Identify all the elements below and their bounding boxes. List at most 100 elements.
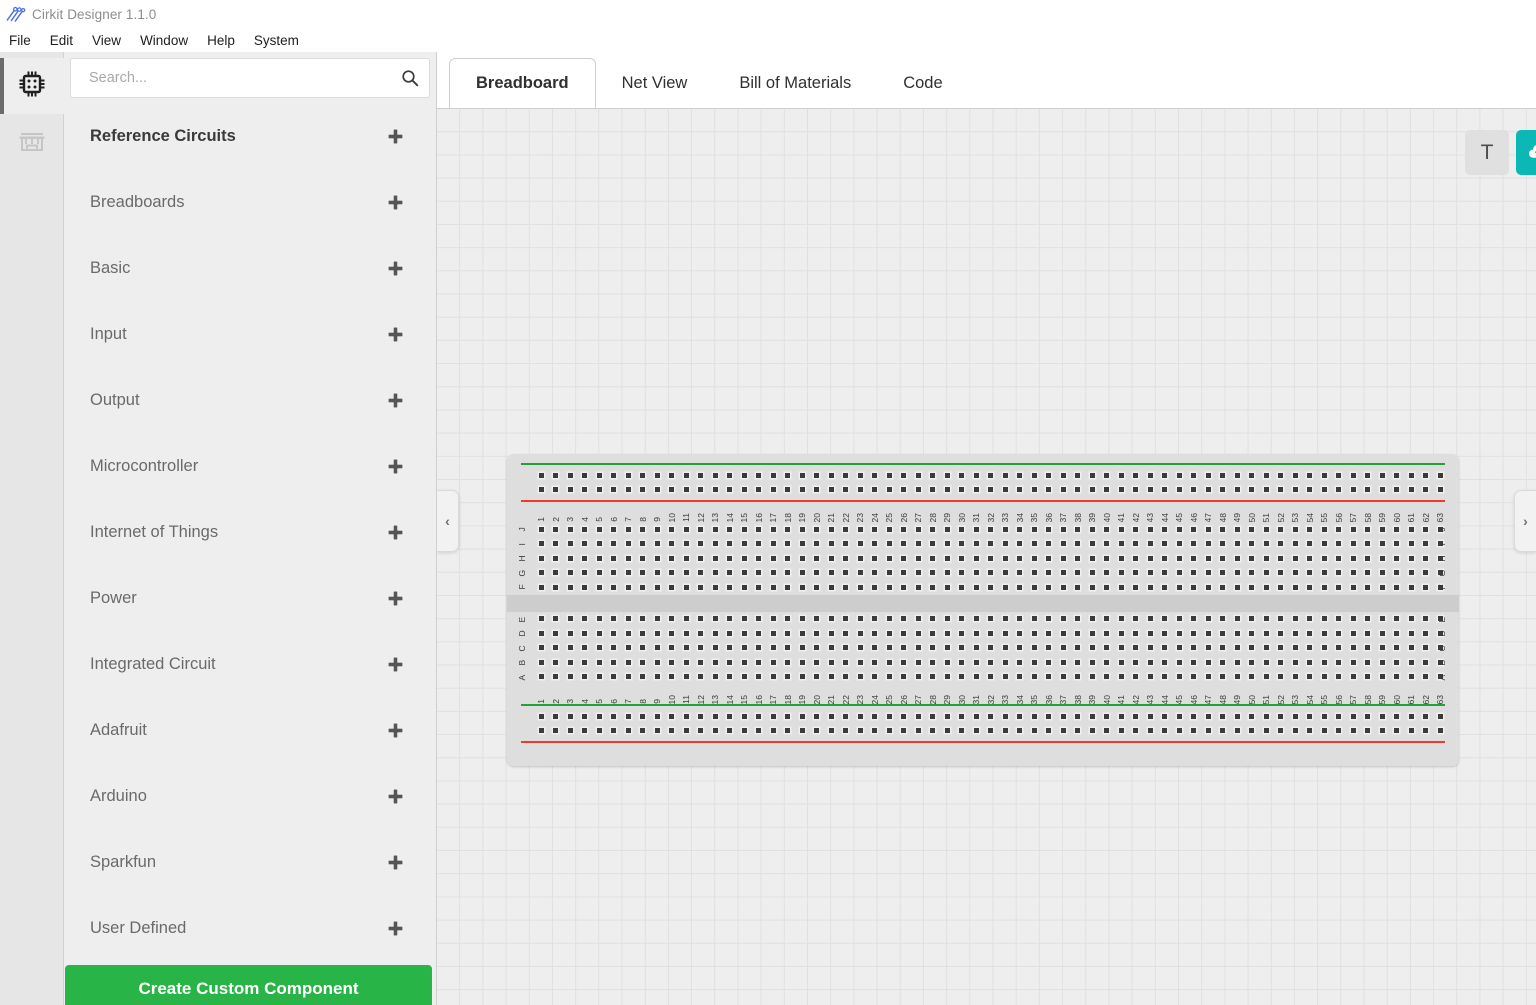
- breadboard-hole[interactable]: [1317, 670, 1332, 685]
- breadboard-hole[interactable]: [897, 612, 912, 627]
- breadboard-hole[interactable]: [607, 537, 622, 552]
- breadboard-hole[interactable]: [1332, 641, 1347, 656]
- breadboard-hole[interactable]: [1071, 580, 1086, 595]
- breadboard-hole[interactable]: [1404, 709, 1419, 724]
- breadboard-hole[interactable]: [679, 468, 694, 483]
- breadboard-hole[interactable]: [737, 483, 752, 498]
- breadboard-hole[interactable]: [1172, 580, 1187, 595]
- breadboard-hole[interactable]: [795, 724, 810, 739]
- breadboard-hole[interactable]: [1346, 709, 1361, 724]
- breadboard-hole[interactable]: [563, 670, 578, 685]
- breadboard-hole[interactable]: [650, 709, 665, 724]
- breadboard-hole[interactable]: [911, 724, 926, 739]
- breadboard-hole[interactable]: [1013, 483, 1028, 498]
- breadboard-hole[interactable]: [969, 537, 984, 552]
- breadboard-hole[interactable]: [766, 522, 781, 537]
- breadboard-hole[interactable]: [1056, 724, 1071, 739]
- breadboard-hole[interactable]: [1346, 566, 1361, 581]
- breadboard-hole[interactable]: [1346, 612, 1361, 627]
- breadboard-hole[interactable]: [839, 566, 854, 581]
- breadboard-hole[interactable]: [984, 670, 999, 685]
- breadboard-hole[interactable]: [1042, 468, 1057, 483]
- breadboard-hole[interactable]: [1027, 551, 1042, 566]
- breadboard-hole[interactable]: [1056, 709, 1071, 724]
- breadboard-hole[interactable]: [1419, 468, 1434, 483]
- breadboard-hole[interactable]: [1332, 483, 1347, 498]
- breadboard-hole[interactable]: [882, 655, 897, 670]
- breadboard-hole[interactable]: [1332, 670, 1347, 685]
- breadboard-hole[interactable]: [1158, 551, 1173, 566]
- breadboard-hole[interactable]: [1100, 522, 1115, 537]
- breadboard-hole[interactable]: [1332, 468, 1347, 483]
- breadboard-component[interactable]: 1 2 3 4 5 6 7 8 9 10 11 12 13 14 15 16 17 18 19 20 21 22 23 24 2…: [507, 454, 1459, 766]
- breadboard-hole[interactable]: [694, 709, 709, 724]
- breadboard-hole[interactable]: [1317, 483, 1332, 498]
- breadboard-hole[interactable]: [998, 522, 1013, 537]
- breadboard-hole[interactable]: [636, 580, 651, 595]
- sidebar-item-integrated-circuit[interactable]: Integrated Circuit: [64, 631, 436, 697]
- breadboard-hole[interactable]: [1056, 551, 1071, 566]
- breadboard-hole[interactable]: [882, 468, 897, 483]
- breadboard-hole[interactable]: [621, 655, 636, 670]
- breadboard-hole[interactable]: [549, 626, 564, 641]
- breadboard-hole[interactable]: [1027, 580, 1042, 595]
- breadboard-hole[interactable]: [549, 641, 564, 656]
- breadboard-hole[interactable]: [636, 537, 651, 552]
- breadboard-hole[interactable]: [955, 655, 970, 670]
- breadboard-hole[interactable]: [1071, 641, 1086, 656]
- breadboard-hole[interactable]: [1288, 483, 1303, 498]
- breadboard-hole[interactable]: [998, 483, 1013, 498]
- breadboard-hole[interactable]: [1027, 537, 1042, 552]
- breadboard-hole[interactable]: [781, 566, 796, 581]
- breadboard-hole[interactable]: [1230, 670, 1245, 685]
- breadboard-hole[interactable]: [1361, 468, 1376, 483]
- breadboard-hole[interactable]: [1042, 522, 1057, 537]
- breadboard-hole[interactable]: [853, 724, 868, 739]
- breadboard-hole[interactable]: [1129, 580, 1144, 595]
- breadboard-hole[interactable]: [984, 580, 999, 595]
- breadboard-hole[interactable]: [998, 566, 1013, 581]
- sidebar-item-input[interactable]: Input: [64, 301, 436, 367]
- plus-icon[interactable]: [387, 854, 404, 871]
- breadboard-hole[interactable]: [665, 641, 680, 656]
- breadboard-hole[interactable]: [1071, 522, 1086, 537]
- breadboard-hole[interactable]: [679, 566, 694, 581]
- breadboard-hole[interactable]: [563, 551, 578, 566]
- breadboard-hole[interactable]: [839, 580, 854, 595]
- breadboard-hole[interactable]: [853, 537, 868, 552]
- breadboard-hole[interactable]: [737, 626, 752, 641]
- breadboard-hole[interactable]: [998, 655, 1013, 670]
- breadboard-hole[interactable]: [1274, 626, 1289, 641]
- breadboard-hole[interactable]: [868, 612, 883, 627]
- breadboard-hole[interactable]: [665, 709, 680, 724]
- breadboard-hole[interactable]: [810, 655, 825, 670]
- sidebar-item-power[interactable]: Power: [64, 565, 436, 631]
- breadboard-hole[interactable]: [781, 670, 796, 685]
- breadboard-hole[interactable]: [1230, 468, 1245, 483]
- breadboard-hole[interactable]: [940, 724, 955, 739]
- breadboard-hole[interactable]: [1187, 626, 1202, 641]
- breadboard-hole[interactable]: [1230, 709, 1245, 724]
- breadboard-hole[interactable]: [1216, 670, 1231, 685]
- breadboard-hole[interactable]: [1071, 655, 1086, 670]
- sidebar-item-arduino[interactable]: Arduino: [64, 763, 436, 829]
- breadboard-hole[interactable]: [1346, 580, 1361, 595]
- breadboard-hole[interactable]: [578, 709, 593, 724]
- breadboard-hole[interactable]: [534, 551, 549, 566]
- breadboard-hole[interactable]: [766, 670, 781, 685]
- breadboard-hole[interactable]: [621, 566, 636, 581]
- breadboard-hole[interactable]: [1143, 580, 1158, 595]
- breadboard-hole[interactable]: [955, 522, 970, 537]
- breadboard-hole[interactable]: [911, 522, 926, 537]
- breadboard-hole[interactable]: [1143, 468, 1158, 483]
- breadboard-hole[interactable]: [1375, 522, 1390, 537]
- breadboard-hole[interactable]: [752, 655, 767, 670]
- breadboard-hole[interactable]: [926, 468, 941, 483]
- collapse-left-panel-handle[interactable]: ‹: [437, 490, 459, 552]
- tab-bill-of-materials[interactable]: Bill of Materials: [713, 58, 877, 108]
- breadboard-hole[interactable]: [1259, 641, 1274, 656]
- breadboard-hole[interactable]: [1114, 709, 1129, 724]
- breadboard-hole[interactable]: [911, 655, 926, 670]
- breadboard-hole[interactable]: [534, 483, 549, 498]
- breadboard-hole[interactable]: [1303, 551, 1318, 566]
